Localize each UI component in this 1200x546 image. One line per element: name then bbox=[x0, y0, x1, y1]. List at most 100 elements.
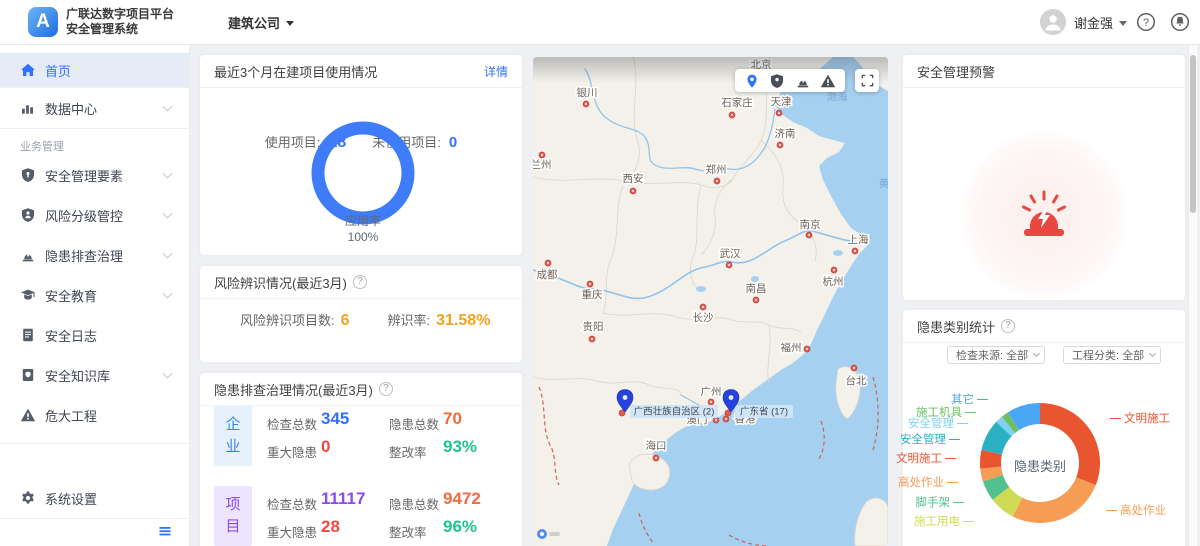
siren-icon bbox=[20, 247, 36, 263]
home-icon bbox=[20, 62, 36, 78]
help-circle-icon[interactable]: ? bbox=[353, 275, 367, 289]
avatar bbox=[1040, 9, 1066, 35]
hazard-stat-value: 0 bbox=[321, 437, 330, 457]
map-toolbar-pin-icon[interactable] bbox=[744, 73, 760, 89]
usage-card-title: 最近3个月在建项目使用情况 bbox=[214, 62, 377, 81]
usage-card: 最近3个月在建项目使用情况 详情 使用项目: 18 未使用项目: 0 应用率 1… bbox=[200, 55, 522, 255]
warning-card-header: 安全管理预警 bbox=[903, 55, 1185, 88]
donut-label: 安全管理 bbox=[900, 431, 963, 447]
svg-text:银川: 银川 bbox=[577, 86, 598, 99]
hazard-stat-label: 检查总数 bbox=[267, 494, 317, 513]
hazard-group-badge: 企业 bbox=[214, 406, 252, 466]
hazard-stat-value: 9472 bbox=[443, 489, 481, 509]
siren-icon bbox=[1017, 188, 1071, 245]
chevron-down-icon bbox=[163, 169, 173, 179]
svg-text:南昌: 南昌 bbox=[746, 282, 767, 295]
chevron-down-icon bbox=[1033, 350, 1040, 357]
svg-text:兰州: 兰州 bbox=[533, 158, 552, 171]
map-panel[interactable]: 渤海黄 北京银川石家庄天津济南兰州西安郑州南京上海成都重庆武汉杭州南昌长沙贵阳福… bbox=[533, 57, 888, 546]
filter-project-type[interactable]: 工程分类: 全部 bbox=[1063, 346, 1161, 364]
donut-slice bbox=[1013, 477, 1096, 523]
sidebar-item-document[interactable]: 安全日志 bbox=[0, 315, 189, 355]
hazard-stat-value: 96% bbox=[443, 517, 477, 537]
hazard-card-title: 隐患排查治理情况(最近3月) bbox=[214, 380, 373, 399]
warning-card: 安全管理预警 bbox=[903, 55, 1185, 300]
donut-label: 脚手架 bbox=[916, 494, 968, 510]
risk-card: 风险辨识情况(最近3月) ? 风险辨识项目数: 6 辨识率: 31.58% bbox=[200, 266, 522, 362]
sidebar-item-label: 系统设置 bbox=[45, 489, 97, 508]
sidebar-item-shield-check[interactable]: 安全管理要素 bbox=[0, 155, 189, 195]
top-header: A 广联达数字项目平台 安全管理系统 建筑公司 谢金强 ? bbox=[0, 0, 1200, 45]
svg-text:广西壮族自治区 (2): 广西壮族自治区 (2) bbox=[634, 406, 715, 418]
sidebar-item-warning[interactable]: 危大工程 bbox=[0, 395, 189, 435]
risk-rate-label: 辨识率: bbox=[388, 310, 431, 329]
sidebar-item-label: 危大工程 bbox=[45, 406, 97, 425]
map-toolbar-shield-icon[interactable] bbox=[769, 73, 785, 89]
donut-label: 高处作业 bbox=[1103, 502, 1166, 518]
category-card-header: 隐患类别统计 ? bbox=[903, 310, 1185, 343]
help-circle-icon[interactable]: ? bbox=[1001, 319, 1015, 333]
risk-rate-value: 31.58% bbox=[436, 312, 490, 330]
sidebar-item-gear[interactable]: 系统设置 bbox=[0, 478, 189, 518]
app-title-line2: 安全管理系统 bbox=[66, 22, 174, 37]
sidebar-item-label: 安全知识库 bbox=[45, 366, 110, 385]
help-icon[interactable]: ? bbox=[1136, 12, 1156, 32]
sidebar-item-bar-chart[interactable]: 数据中心 bbox=[0, 88, 189, 128]
company-dropdown[interactable]: 建筑公司 bbox=[228, 13, 294, 32]
hazard-group-badge: 项目 bbox=[214, 486, 252, 546]
usage-center-label: 应用率 bbox=[303, 213, 423, 229]
collapse-menu-icon[interactable] bbox=[157, 523, 173, 542]
donut-label: 文明施工 bbox=[1107, 410, 1170, 426]
sidebar-item-shield-user[interactable]: 风险分级管控 bbox=[0, 195, 189, 235]
chevron-down-icon bbox=[163, 249, 173, 259]
hazard-card-header: 隐患排查治理情况(最近3月) ? bbox=[200, 373, 522, 406]
chevron-down-icon bbox=[163, 369, 173, 379]
svg-text:南京: 南京 bbox=[800, 218, 821, 231]
map-toolbar bbox=[735, 69, 845, 92]
chevron-down-icon bbox=[1119, 21, 1127, 26]
scrollbar-thumb[interactable] bbox=[1190, 55, 1196, 213]
donut-label: 施工用电 bbox=[914, 513, 977, 529]
company-name: 建筑公司 bbox=[228, 13, 280, 32]
chevron-down-icon bbox=[1149, 350, 1156, 357]
sidebar-item-siren[interactable]: 隐患排查治理 bbox=[0, 235, 189, 275]
sidebar-item-label: 安全日志 bbox=[45, 326, 97, 345]
category-card-title: 隐患类别统计 bbox=[917, 317, 995, 336]
usage-card-header: 最近3个月在建项目使用情况 详情 bbox=[200, 55, 522, 88]
donut-center-label: 隐患类别 bbox=[990, 456, 1090, 475]
chevron-down-icon bbox=[163, 209, 173, 219]
unused-value: 0 bbox=[449, 134, 457, 151]
filter-project-type-value: 工程分类: 全部 bbox=[1072, 347, 1144, 363]
sidebar-item-label: 首页 bbox=[45, 61, 71, 80]
usage-center-value: 100% bbox=[303, 229, 423, 245]
help-circle-icon[interactable]: ? bbox=[379, 382, 393, 396]
map-provider-logo bbox=[536, 528, 562, 543]
shield-user-icon bbox=[20, 207, 36, 223]
hazard-stat-label: 隐患总数 bbox=[389, 414, 439, 433]
risk-card-header: 风险辨识情况(最近3月) ? bbox=[200, 266, 522, 299]
risk-card-title: 风险辨识情况(最近3月) bbox=[214, 273, 347, 292]
hazard-group-project: 项目检查总数11117隐患总数9472重大隐患28整改率96% bbox=[214, 486, 508, 546]
hazard-stat-value: 70 bbox=[443, 409, 462, 429]
sidebar-item-label: 风险分级管控 bbox=[45, 206, 123, 225]
chevron-down-icon bbox=[163, 289, 173, 299]
svg-text:?: ? bbox=[1143, 17, 1149, 29]
map-toolbar-warning-icon[interactable] bbox=[820, 73, 836, 89]
user-dropdown[interactable]: 谢金强 bbox=[1040, 9, 1127, 35]
map-sea-label: 黄 bbox=[879, 177, 888, 190]
sidebar-item-knowledge[interactable]: 安全知识库 bbox=[0, 355, 189, 395]
scrollbar bbox=[1188, 45, 1197, 546]
app-logo: A bbox=[28, 7, 58, 37]
usage-detail-link[interactable]: 详情 bbox=[484, 63, 508, 80]
map-expand-button[interactable] bbox=[855, 69, 879, 92]
sidebar-item-education[interactable]: 安全教育 bbox=[0, 275, 189, 315]
app-title: 广联达数字项目平台 安全管理系统 bbox=[66, 7, 174, 37]
risk-stats: 风险辨识项目数: 6 辨识率: 31.58% bbox=[240, 310, 490, 330]
sidebar-item-home[interactable]: 首页 bbox=[0, 53, 189, 87]
donut-label: 安全管理 bbox=[908, 415, 971, 431]
filter-check-source[interactable]: 检查来源: 全部 bbox=[947, 346, 1045, 364]
svg-text:上海: 上海 bbox=[848, 233, 869, 246]
bell-icon[interactable] bbox=[1170, 12, 1190, 32]
risk-count-value: 6 bbox=[341, 312, 350, 330]
map-toolbar-siren-icon[interactable] bbox=[795, 73, 811, 89]
